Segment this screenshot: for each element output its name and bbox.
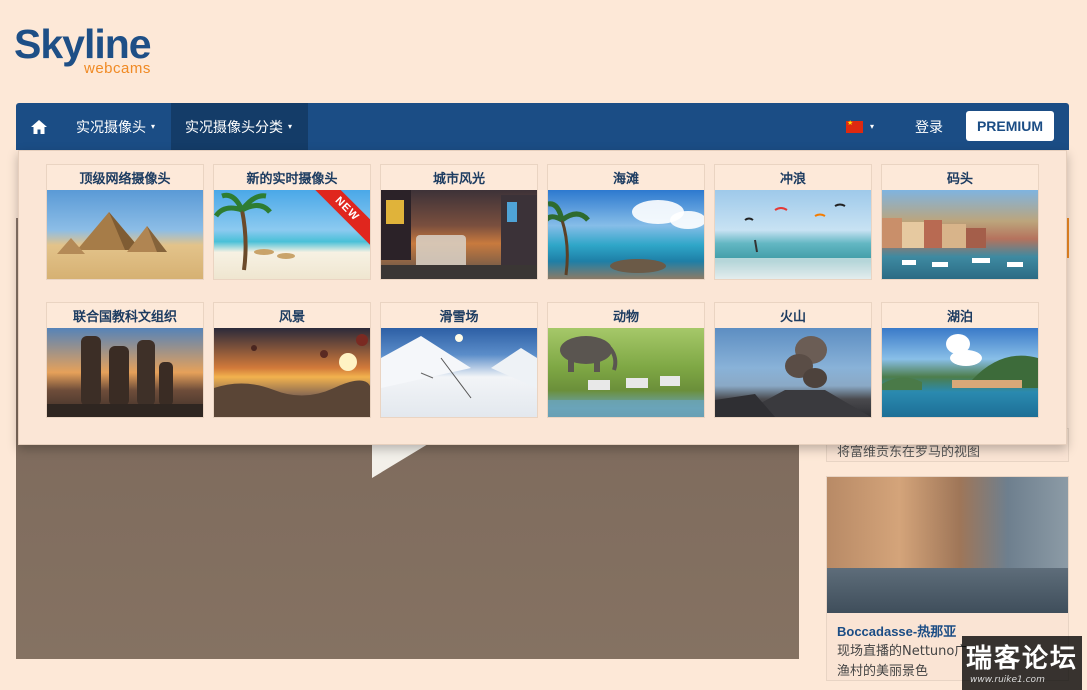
- watermark-logo: 瑞客论坛 www.ruike1.com: [962, 636, 1082, 690]
- category-label: 火山: [779, 310, 806, 325]
- category-label: 联合国教科文组织: [72, 310, 177, 325]
- category-image-moai[interactable]: [47, 328, 203, 417]
- category-image-port[interactable]: [882, 190, 1038, 279]
- category-scenery[interactable]: 风景: [213, 302, 371, 418]
- balloons-sunset-illustration: [214, 334, 370, 417]
- caret-down-icon: ▾: [288, 122, 293, 131]
- category-label: 冲浪: [779, 172, 806, 187]
- category-image-city[interactable]: [381, 190, 537, 279]
- category-new-webcams[interactable]: 新的实时摄像头 NEW: [213, 164, 371, 280]
- categories-dropdown: 顶级网络摄像头 新的实时摄像头 NEW 城市风光 海滩 冲浪 码头 联合国教科文…: [18, 150, 1067, 445]
- category-image-animals[interactable]: [548, 328, 704, 417]
- category-label: 动物: [612, 310, 639, 325]
- category-image-surf[interactable]: [715, 190, 871, 279]
- category-image-scenery[interactable]: [214, 328, 370, 417]
- home-icon: [31, 119, 47, 134]
- tropical-beach-illustration: [548, 200, 704, 276]
- china-flag-icon: [846, 119, 863, 133]
- category-surf[interactable]: 冲浪: [714, 164, 872, 280]
- harbor-illustration: [882, 218, 1023, 267]
- logo[interactable]: Skyline webcams: [14, 22, 184, 82]
- category-top-webcams[interactable]: 顶级网络摄像头: [46, 164, 204, 280]
- nav-webcam-categories[interactable]: 实况摄像头分类 ▾: [171, 103, 308, 150]
- pyramids-illustration: [57, 212, 167, 254]
- caret-down-icon: ▾: [151, 122, 156, 131]
- ski-slope-illustration: [381, 334, 537, 399]
- moai-statues-illustration: [47, 336, 203, 417]
- logo-subtitle: webcams: [84, 60, 151, 77]
- category-volcanoes[interactable]: 火山: [714, 302, 872, 418]
- category-beaches[interactable]: 海滩: [547, 164, 705, 280]
- category-label: 滑雪场: [439, 310, 479, 325]
- category-label: 顶级网络摄像头: [79, 172, 171, 187]
- category-image-beach[interactable]: NEW: [214, 190, 370, 279]
- watermark-text: 瑞客论坛: [966, 644, 1079, 674]
- category-label: 城市风光: [432, 172, 485, 187]
- category-label: 风景: [278, 310, 305, 325]
- main-navbar: 实况摄像头 ▾ 实况摄像头分类 ▾ ▾ 登录 PREMIUM: [16, 103, 1069, 150]
- language-selector[interactable]: ▾: [846, 103, 874, 150]
- category-image-volcano[interactable]: [715, 328, 871, 417]
- caret-down-icon: ▾: [870, 122, 875, 131]
- nav-live-webcams[interactable]: 实况摄像头 ▾: [62, 103, 169, 150]
- volcano-eruption-illustration: [715, 336, 871, 417]
- category-ports[interactable]: 码头: [881, 164, 1039, 280]
- nav-live-webcams-label: 实况摄像头: [76, 119, 146, 136]
- lake-village-illustration: [882, 334, 1038, 390]
- category-label: 新的实时摄像头: [246, 172, 338, 187]
- watermark-url: www.ruike1.com: [970, 675, 1045, 685]
- thumbnail-sea: [827, 568, 1068, 613]
- category-label: 码头: [946, 172, 973, 187]
- sidebar-card-thumbnail[interactable]: [827, 477, 1068, 613]
- category-image-pyramids[interactable]: [47, 190, 203, 279]
- kitesurf-illustration: [715, 203, 871, 279]
- home-button[interactable]: [16, 103, 62, 150]
- category-animals[interactable]: 动物: [547, 302, 705, 418]
- login-link[interactable]: 登录: [915, 103, 943, 150]
- category-image-lake[interactable]: [882, 328, 1038, 417]
- category-cityscapes[interactable]: 城市风光: [380, 164, 538, 280]
- category-image-ski[interactable]: [381, 328, 537, 417]
- elephant-zebras-illustration: [548, 336, 704, 417]
- category-lakes[interactable]: 湖泊: [881, 302, 1039, 418]
- category-image-seaside[interactable]: [548, 190, 704, 279]
- category-unesco[interactable]: 联合国教科文组织: [46, 302, 204, 418]
- city-street-illustration: [381, 190, 537, 279]
- nav-webcam-categories-label: 实况摄像头分类: [185, 119, 283, 136]
- premium-button[interactable]: PREMIUM: [966, 111, 1054, 141]
- category-label: 海滩: [612, 172, 639, 187]
- category-ski-resorts[interactable]: 滑雪场: [380, 302, 538, 418]
- category-label: 湖泊: [946, 310, 973, 325]
